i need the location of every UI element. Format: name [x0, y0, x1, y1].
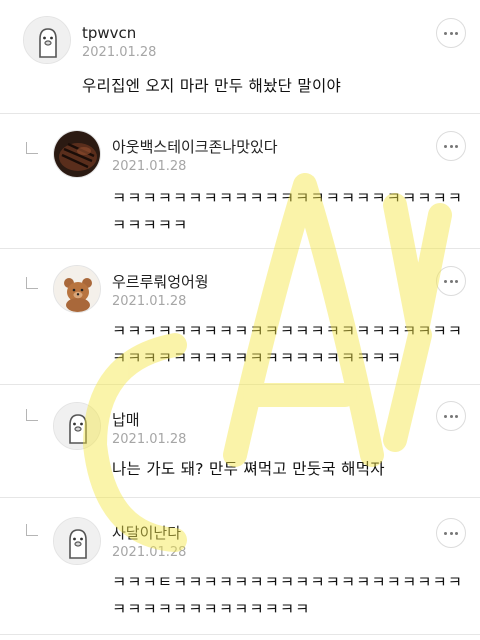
- comment-username[interactable]: 사달이난다: [112, 522, 181, 543]
- more-dot-icon: [444, 144, 447, 148]
- comment-text: ㅋㅋㅋㅋㅋㅋㅋㅋㅋㅋㅋㅋㅋㅋㅋㅋㅋㅋㅋㅋㅋㅋㅋ ㅋㅋㅋㅋㅋ: [112, 185, 463, 239]
- more-dot-icon: [449, 144, 453, 148]
- penguin-avatar-icon: [54, 518, 100, 564]
- steak-photo-icon: [54, 131, 100, 177]
- reply-item: 사달이난다 2021.01.28 ㅋㅋㅋㅌㅋㅋㅋㅋㅋㅋㅋㅋㅋㅋㅋㅋㅋㅋㅋㅋㅋㅋㅋ…: [0, 498, 480, 634]
- comment-text-line: 우리집엔 오지 마라 만두 해놨단 말이야: [82, 77, 342, 95]
- comment-date: 2021.01.28: [82, 45, 157, 60]
- comment-date: 2021.01.28: [112, 432, 187, 447]
- reply-arrow-icon: [26, 409, 38, 421]
- comment-username[interactable]: 납매: [112, 409, 140, 430]
- more-dot-icon: [444, 279, 447, 283]
- teddy-bear-icon: [54, 266, 100, 312]
- comment-text-line: ㅋㅋㅋㅋㅋㅋㅋㅋㅋㅋㅋㅋㅋㅋㅋㅋㅋㅋㅋㅋㅋㅋㅋ: [112, 189, 463, 207]
- avatar[interactable]: [53, 265, 101, 313]
- penguin-avatar-icon: [54, 403, 100, 449]
- comment-text-line: ㅋㅋㅋㅋㅋㅋㅋㅋㅋㅋㅋㅋㅋㅋㅋㅋㅋㅋㅋ: [112, 349, 402, 367]
- more-options-button[interactable]: [436, 518, 466, 548]
- more-dot-icon: [444, 531, 447, 535]
- more-dot-icon: [455, 279, 458, 283]
- comment-username[interactable]: 아웃백스테이크존나맛있다: [112, 136, 278, 157]
- comment-text-line: ㅋㅋㅋㅋㅋㅋㅋㅋㅋㅋㅋㅋㅋㅋㅋㅋㅋㅋㅋㅋㅋㅋㅋ: [112, 322, 463, 340]
- comment-date: 2021.01.28: [112, 159, 187, 174]
- reply-arrow-icon: [26, 277, 38, 289]
- comment-text-line: ㅋㅋㅋㅌㅋㅋㅋㅋㅋㅋㅋㅋㅋㅋㅋㅋㅋㅋㅋㅋㅋㅋㅋ: [112, 573, 463, 591]
- avatar[interactable]: [53, 517, 101, 565]
- reply-item: 우르루뤄엉어웡 2021.01.28 ㅋㅋㅋㅋㅋㅋㅋㅋㅋㅋㅋㅋㅋㅋㅋㅋㅋㅋㅋㅋㅋ…: [0, 249, 480, 384]
- reply-item: 납매 2021.01.28 나는 가도 돼? 만두 쪄먹고 만둣국 해먹자: [0, 385, 480, 497]
- comment-text-line: 나는 가도 돼? 만두 쪄먹고 만둣국 해먹자: [112, 460, 385, 478]
- more-dot-icon: [455, 31, 458, 35]
- more-dot-icon: [449, 414, 453, 418]
- more-dot-icon: [444, 414, 447, 418]
- more-options-button[interactable]: [436, 401, 466, 431]
- more-dot-icon: [455, 144, 458, 148]
- more-dot-icon: [455, 414, 458, 418]
- avatar[interactable]: [23, 16, 71, 64]
- comment-username[interactable]: tpwvcn: [82, 24, 136, 42]
- comment-text: ㅋㅋㅋㅋㅋㅋㅋㅋㅋㅋㅋㅋㅋㅋㅋㅋㅋㅋㅋㅋㅋㅋㅋ ㅋㅋㅋㅋㅋㅋㅋㅋㅋㅋㅋㅋㅋㅋㅋㅋ…: [112, 318, 463, 372]
- more-dot-icon: [449, 279, 453, 283]
- more-options-button[interactable]: [436, 131, 466, 161]
- more-options-button[interactable]: [436, 266, 466, 296]
- comment-text-line: ㅋㅋㅋㅋㅋ: [112, 216, 189, 234]
- avatar[interactable]: [53, 130, 101, 178]
- more-options-button[interactable]: [436, 18, 466, 48]
- comment-text-line: ㅋㅋㅋㅋㅋㅋㅋㅋㅋㅋㅋㅋㅋ: [112, 600, 311, 618]
- comment-text: 우리집엔 오지 마라 만두 해놨단 말이야: [82, 73, 341, 100]
- penguin-avatar-icon: [24, 17, 70, 63]
- reply-item: 아웃백스테이크존나맛있다 2021.01.28 ㅋㅋㅋㅋㅋㅋㅋㅋㅋㅋㅋㅋㅋㅋㅋㅋ…: [0, 114, 480, 248]
- reply-arrow-icon: [26, 142, 38, 154]
- comment-text: ㅋㅋㅋㅌㅋㅋㅋㅋㅋㅋㅋㅋㅋㅋㅋㅋㅋㅋㅋㅋㅋㅋㅋ ㅋㅋㅋㅋㅋㅋㅋㅋㅋㅋㅋㅋㅋ: [112, 569, 463, 623]
- comment-item: tpwvcn 2021.01.28 우리집엔 오지 마라 만두 해놨단 말이야: [0, 0, 480, 113]
- divider: [0, 634, 480, 635]
- comment-date: 2021.01.28: [112, 545, 187, 560]
- more-dot-icon: [449, 31, 453, 35]
- more-dot-icon: [455, 531, 458, 535]
- more-dot-icon: [444, 31, 447, 35]
- avatar[interactable]: [53, 402, 101, 450]
- more-dot-icon: [449, 531, 453, 535]
- comment-username[interactable]: 우르루뤄엉어웡: [112, 271, 209, 292]
- reply-arrow-icon: [26, 524, 38, 536]
- comment-text: 나는 가도 돼? 만두 쪄먹고 만둣국 해먹자: [112, 456, 385, 483]
- comment-date: 2021.01.28: [112, 294, 187, 309]
